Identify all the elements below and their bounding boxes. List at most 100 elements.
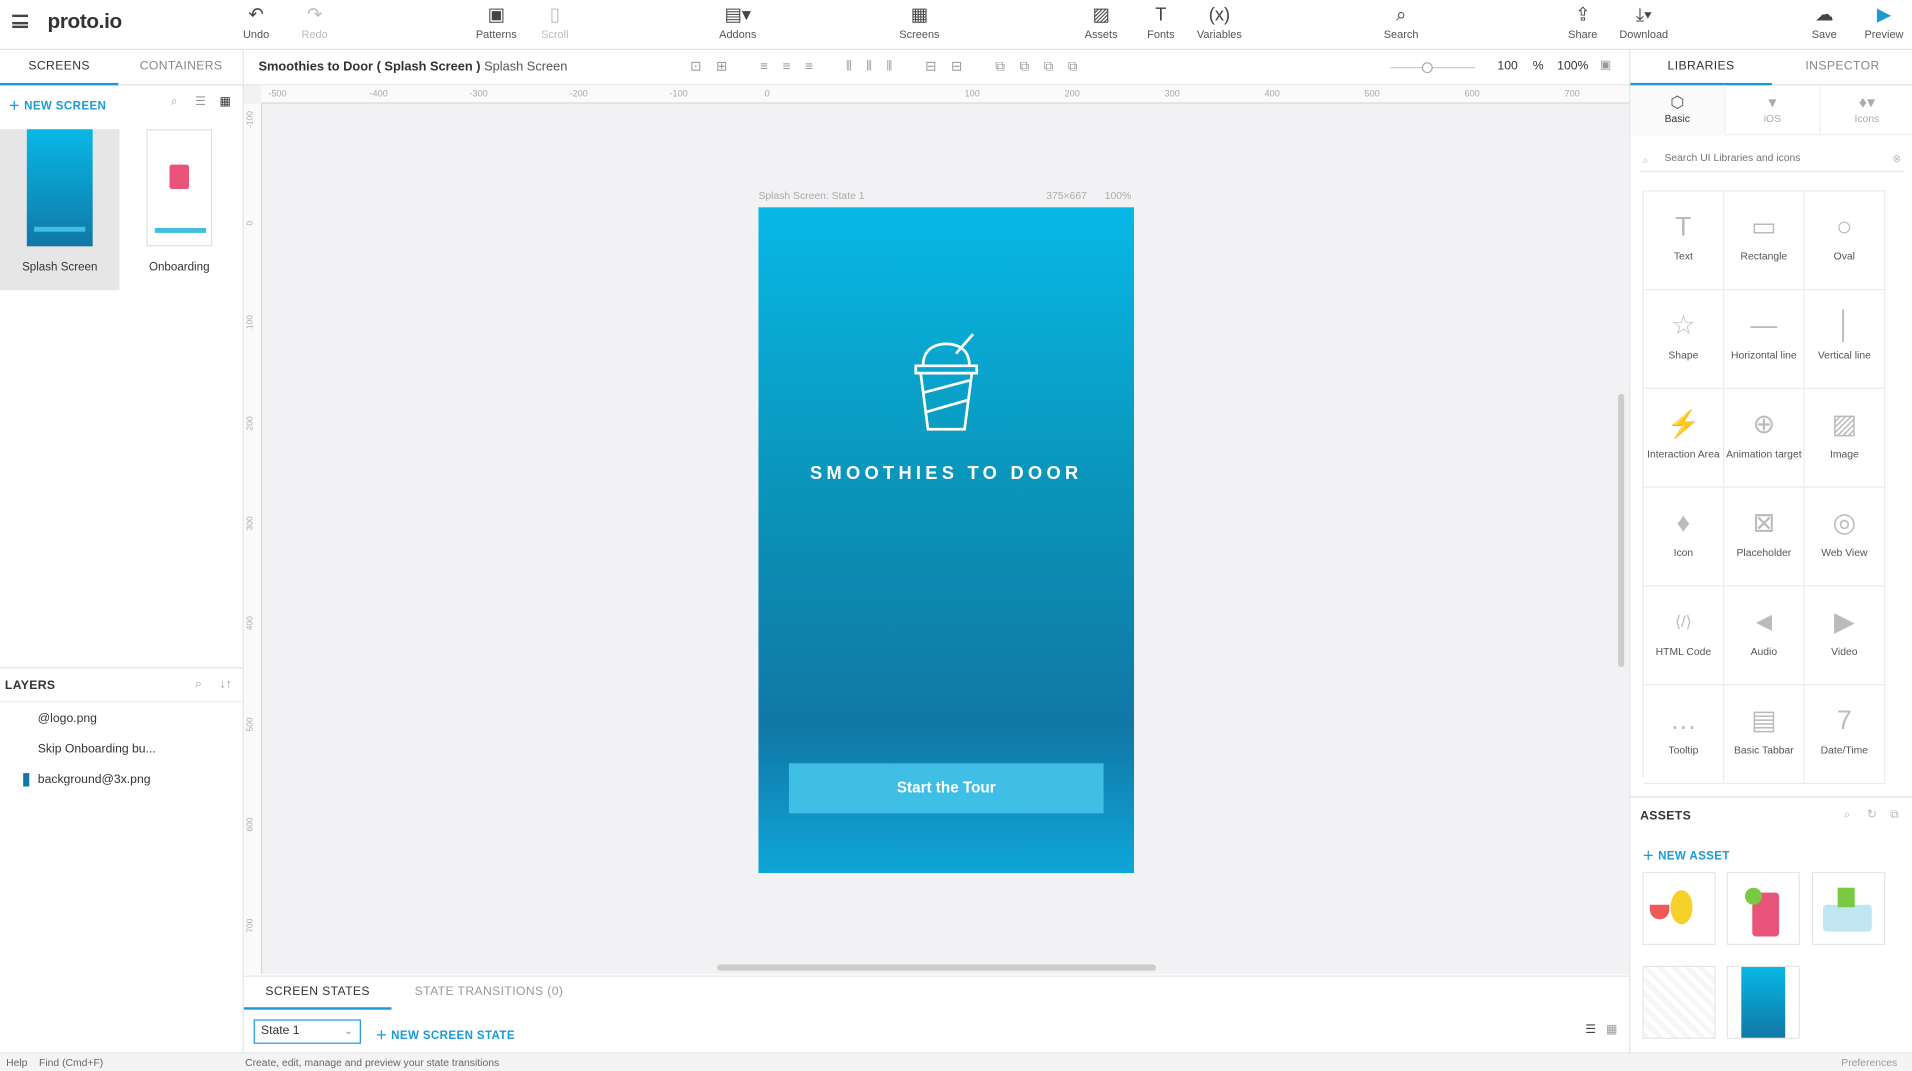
component-oval[interactable]: ○ Oval — [1804, 191, 1886, 291]
component-html-code[interactable]: ⟨/⟩ HTML Code — [1643, 586, 1725, 686]
fit-screen-icon[interactable]: ▣ — [1600, 59, 1612, 72]
crosshair-icon: ⊕ — [1752, 408, 1776, 439]
align-tools[interactable]: ⊡⊞ ≡≡≡ ⫴⫴⫴ ⊟⊟ ⧉⧉⧉⧉ — [690, 59, 1092, 76]
globe-icon: ◎ — [1832, 507, 1857, 538]
clear-icon[interactable]: ⊗ — [1892, 152, 1901, 165]
find-link[interactable]: Find (Cmd+F) — [39, 1056, 103, 1068]
left-panel: SCREENS CONTAINERS ＋ NEW SCREEN ⌕ ☰ ▦ Sp… — [0, 49, 244, 1053]
zoom-value[interactable]: 100 — [1497, 60, 1517, 73]
tab-state-transitions[interactable]: STATE TRANSITIONS (0) — [391, 977, 586, 1010]
grid-view-icon[interactable]: ▦ — [219, 95, 231, 108]
external-link-icon[interactable]: ⧉ — [1890, 808, 1899, 821]
search-layers-icon[interactable]: ⌕ — [195, 678, 202, 691]
new-screen-button[interactable]: ＋ NEW SCREEN — [9, 96, 107, 113]
tab-libraries[interactable]: LIBRARIES — [1630, 50, 1772, 86]
splash-thumbnail — [26, 129, 93, 247]
screen-thumb-onboarding[interactable]: Onboarding — [120, 129, 240, 290]
component-rectangle[interactable]: ▭ Rectangle — [1724, 191, 1805, 291]
component-date-time[interactable]: 7 Date/Time — [1804, 685, 1886, 785]
variables-button[interactable]: (x) Variables — [1183, 4, 1256, 45]
screens-button[interactable]: ▦ Screens — [883, 4, 956, 45]
state-select[interactable]: State 1 ⌄ — [253, 1019, 361, 1044]
asset-fruit-illustration[interactable] — [1642, 871, 1716, 946]
component-shape[interactable]: ☆ Shape — [1643, 290, 1725, 389]
start-tour-button[interactable]: Start the Tour — [788, 763, 1104, 814]
canvas-area: Smoothies to Door ( Splash Screen ) Spla… — [243, 49, 1630, 975]
search-button[interactable]: ⌕ Search — [1365, 4, 1438, 45]
layer-item[interactable]: Skip Onboarding bu... — [0, 738, 244, 762]
asset-smoothie-illustration[interactable] — [1726, 871, 1800, 946]
rectangle-icon: ▭ — [1751, 210, 1777, 242]
new-screen-state-button[interactable]: ＋ NEW SCREEN STATE — [376, 1026, 515, 1042]
smoothie-cup-icon[interactable] — [912, 332, 980, 432]
component-text[interactable]: T Text — [1643, 191, 1725, 291]
plus-icon: ＋ — [1642, 849, 1659, 864]
bulb-icon: ♦ — [1676, 507, 1691, 538]
top-toolbar: proto.io ↶ Undo ↷ Redo ▣ Patterns ▯ Scroll ▤… — [0, 0, 1912, 50]
right-tabs: LIBRARIES INSPECTOR — [1630, 50, 1912, 86]
preferences-link[interactable]: Preferences — [1841, 1056, 1897, 1068]
bulb-icon: ♦▾ — [1858, 92, 1875, 111]
component-animation-target[interactable]: ⊕ Animation target — [1724, 388, 1805, 488]
chevron-down-icon: ⌄ — [344, 1025, 353, 1037]
library-search[interactable]: ⌕ ⊗ — [1640, 150, 1904, 172]
addons-icon: ▤▾ — [724, 4, 751, 26]
refresh-icon[interactable]: ↻ — [1867, 808, 1877, 821]
tab-inspector[interactable]: INSPECTOR — [1772, 50, 1912, 85]
asset-transparent-image[interactable] — [1642, 965, 1716, 1039]
component-interaction-area[interactable]: ⚡ Interaction Area — [1643, 388, 1725, 488]
search-assets-icon[interactable]: ⌕ — [1844, 808, 1851, 821]
component-web-view[interactable]: ◎ Web View — [1804, 487, 1886, 587]
breadcrumb-project[interactable]: Smoothies to Door ( Splash Screen ) — [259, 60, 481, 75]
redo-button[interactable]: ↷ Redo — [278, 4, 351, 45]
component-audio[interactable]: ◄ Audio — [1724, 586, 1805, 686]
help-link[interactable]: Help — [6, 1056, 27, 1068]
app-brand-title[interactable]: SMOOTHIES TO DOOR — [758, 463, 1134, 484]
lib-ios-tab[interactable]: ▾ iOS — [1725, 85, 1821, 136]
lib-basic-tab[interactable]: ⬡ Basic — [1630, 85, 1726, 136]
asset-background-image[interactable] — [1726, 965, 1800, 1039]
vertical-line-icon: │ — [1835, 309, 1853, 341]
sort-layers-icon[interactable]: ↓↑ — [219, 678, 231, 691]
addons-button[interactable]: ▤▾ Addons — [701, 4, 774, 45]
tab-screen-states[interactable]: SCREEN STATES — [243, 977, 392, 1010]
assets-header: ASSETS ⌕ ↻ ⧉ — [1630, 796, 1912, 833]
component-horizontal-line[interactable]: — Horizontal line — [1724, 290, 1805, 389]
grid-view-icon[interactable]: ▦ — [1606, 1023, 1618, 1036]
screen-thumb-splash[interactable]: Splash Screen — [0, 129, 120, 291]
component-image[interactable]: ▨ Image — [1804, 388, 1886, 488]
list-view-icon[interactable]: ☰ — [195, 95, 206, 108]
component-placeholder[interactable]: ⊠ Placeholder — [1724, 487, 1805, 587]
list-view-icon[interactable]: ☰ — [1585, 1023, 1596, 1036]
component-vertical-line[interactable]: │ Vertical line — [1804, 290, 1886, 389]
new-asset-button[interactable]: ＋ NEW ASSET — [1643, 846, 1730, 863]
tab-containers[interactable]: CONTAINERS — [118, 50, 244, 85]
library-search-input[interactable] — [1664, 151, 1884, 164]
layer-item[interactable]: @logo.png — [0, 707, 244, 731]
image-icon: ▨ — [1831, 408, 1858, 439]
scroll-button[interactable]: ▯ Scroll — [518, 4, 591, 45]
menu-icon[interactable] — [12, 14, 29, 29]
layer-item[interactable]: background@3x.png — [0, 768, 244, 792]
component-tooltip[interactable]: … Tooltip — [1643, 685, 1725, 785]
download-button[interactable]: ⤓▾ Download — [1607, 4, 1680, 45]
horizontal-scrollbar[interactable] — [717, 964, 1156, 971]
zoom-slider[interactable] — [1390, 62, 1476, 74]
component-basic-tabbar[interactable]: ▤ Basic Tabbar — [1724, 685, 1805, 785]
video-icon: ▶ — [1834, 606, 1855, 637]
search-screens-icon[interactable]: ⌕ — [171, 95, 178, 108]
component-icon[interactable]: ♦ Icon — [1643, 487, 1725, 587]
asset-delivery-illustration[interactable] — [1812, 871, 1886, 946]
lib-icons-tab[interactable]: ♦▾ Icons — [1820, 85, 1912, 136]
component-video[interactable]: ▶ Video — [1804, 586, 1886, 686]
vertical-scrollbar[interactable] — [1618, 393, 1625, 668]
preview-button[interactable]: ▶ Preview — [1847, 4, 1912, 45]
tab-screens[interactable]: SCREENS — [0, 50, 119, 86]
zoom-percent[interactable]: 100% — [1557, 60, 1588, 73]
status-hint: Create, edit, manage and preview your st… — [245, 1056, 500, 1069]
tooltip-icon: … — [1669, 704, 1697, 736]
zoom-slider-handle[interactable] — [1421, 62, 1433, 74]
breadcrumb-screen[interactable]: Splash Screen — [484, 60, 567, 75]
calendar-icon: 7 — [1836, 704, 1852, 736]
phone-screen[interactable]: SMOOTHIES TO DOOR Start the Tour — [758, 207, 1135, 874]
